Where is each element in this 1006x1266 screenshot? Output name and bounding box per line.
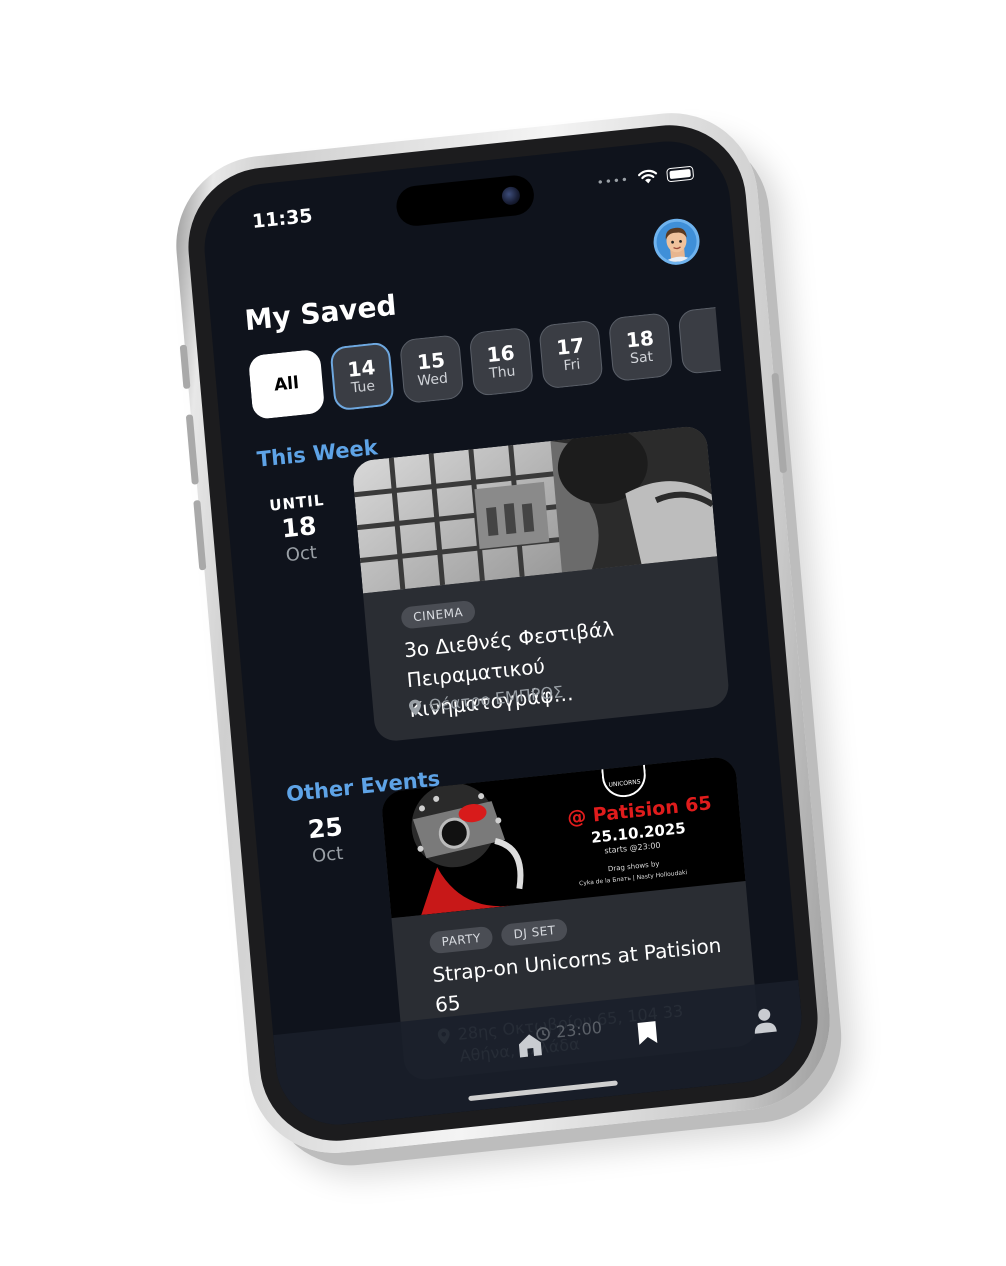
event-image bbox=[351, 424, 718, 594]
event-card-cinema[interactable]: CINEMA 3ο Διεθνές Φεστιβάλ Πειραματικού … bbox=[351, 424, 731, 743]
memoji-avatar-icon bbox=[662, 227, 695, 264]
poster-performers: Cyka de la Блать | Nasty Holloudaki bbox=[578, 869, 688, 888]
action-button bbox=[179, 344, 191, 390]
date-chip-17[interactable]: 17 Fri bbox=[538, 319, 604, 390]
app-screen: 11:35 •••• My Saved All 14 Tue 15 Wed 16… bbox=[199, 135, 807, 1131]
phone-frame: 11:35 •••• My Saved All 14 Tue 15 Wed 16… bbox=[168, 104, 838, 1162]
date-chip-18[interactable]: 18 Sat bbox=[607, 312, 674, 383]
location-pin-icon bbox=[409, 699, 421, 716]
profile-avatar[interactable] bbox=[651, 216, 702, 268]
poster-drag: Drag shows by bbox=[607, 859, 660, 874]
tab-home[interactable] bbox=[512, 1027, 549, 1064]
home-indicator[interactable] bbox=[468, 1080, 618, 1102]
volume-up-button bbox=[185, 414, 199, 485]
status-time: 11:35 bbox=[251, 204, 314, 233]
event-date-other: 25 Oct bbox=[306, 811, 345, 868]
profile-icon bbox=[754, 1008, 777, 1034]
poster-artwork bbox=[390, 775, 551, 918]
date-chip-overflow[interactable] bbox=[677, 307, 721, 375]
tag-dj-set: DJ SET bbox=[500, 917, 569, 947]
camera-icon bbox=[501, 185, 521, 206]
volume-down-button bbox=[193, 499, 207, 571]
status-indicators: •••• bbox=[596, 165, 695, 190]
dynamic-island bbox=[394, 173, 536, 228]
signal-dots: •••• bbox=[596, 171, 630, 190]
tag-cinema: CINEMA bbox=[400, 599, 476, 630]
page-title: My Saved bbox=[243, 288, 398, 338]
phone-bezel: 11:35 •••• My Saved All 14 Tue 15 Wed 16… bbox=[181, 117, 825, 1149]
power-button bbox=[771, 372, 788, 474]
battery-icon bbox=[666, 165, 695, 182]
date-chip-15[interactable]: 15 Wed bbox=[399, 334, 465, 405]
event-tags: CINEMA bbox=[400, 599, 476, 630]
wifi-icon bbox=[638, 169, 658, 184]
filter-all-chip[interactable]: All bbox=[247, 348, 326, 420]
tab-saved[interactable] bbox=[629, 1014, 666, 1051]
home-icon bbox=[518, 1034, 542, 1058]
tag-party: PARTY bbox=[428, 925, 494, 955]
event-date-this-week: UNTIL 18 Oct bbox=[268, 491, 326, 567]
date-chip-14[interactable]: 14 Tue bbox=[329, 341, 395, 412]
bookmark-icon bbox=[637, 1021, 658, 1045]
poster-logo: UNICORNS bbox=[600, 758, 648, 800]
date-chip-16[interactable]: 16 Thu bbox=[468, 326, 534, 397]
tab-profile[interactable] bbox=[746, 1002, 783, 1039]
